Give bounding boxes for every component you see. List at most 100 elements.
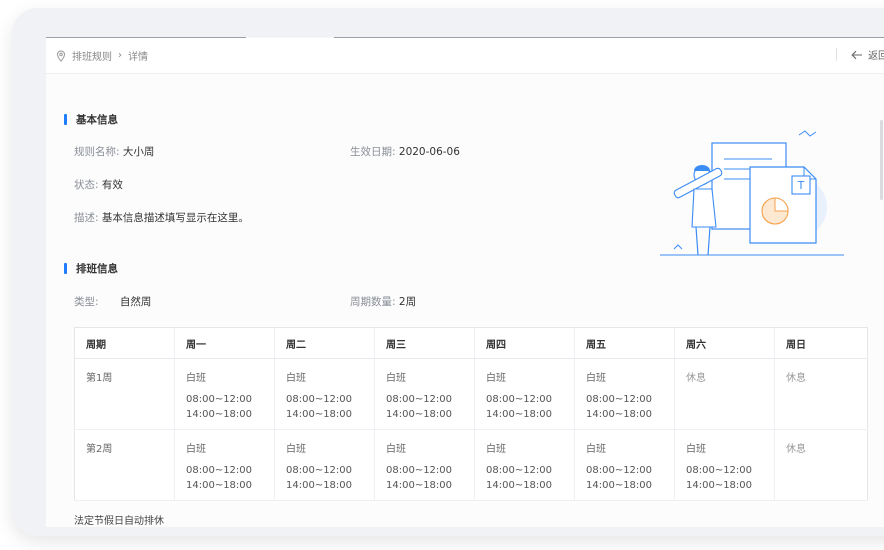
shift-name: 白班: [186, 444, 206, 455]
shift-time: 14:00~18:00: [486, 409, 553, 420]
type-field: 类型: 自然周: [74, 294, 151, 309]
cycle-count-value: 2周: [398, 296, 417, 308]
shift-name: 白班: [686, 444, 706, 455]
week-label: 第1周: [86, 373, 113, 384]
header-fri: 周五: [574, 327, 675, 359]
arrow-left-icon: [851, 50, 862, 59]
shift-name: 白班: [486, 373, 506, 384]
effective-date-label: 生效日期:: [350, 146, 396, 158]
scrollbar[interactable]: [880, 120, 883, 200]
shift-time: 08:00~12:00: [586, 465, 653, 476]
effective-date-field: 生效日期: 2020-06-06: [350, 144, 460, 159]
rule-name-value: 大小周: [122, 146, 155, 158]
cycle-count-field: 周期数量: 2周: [350, 294, 416, 309]
header-cycle: 周期: [74, 327, 175, 359]
description-value: 基本信息描述填写显示在这里。: [101, 212, 249, 224]
back-label: 返回: [868, 51, 884, 62]
shift-time: 08:00~12:00: [586, 394, 653, 405]
day-cell: 白班 08:00~12:00 14:00~18:00: [274, 358, 375, 430]
day-cell: 白班 08:00~12:00 14:00~18:00: [374, 358, 475, 430]
type-label: 类型:: [74, 296, 99, 308]
location-pin-icon: [56, 49, 66, 62]
table-header-row: 周期 周一 周二 周三 周四 周五 周六 周日: [74, 327, 868, 359]
header-sun: 周日: [774, 327, 868, 359]
shift-time: 08:00~12:00: [486, 394, 553, 405]
section-accent-bar: [64, 263, 67, 274]
shift-name: 白班: [386, 444, 406, 455]
day-cell: 白班 08:00~12:00 14:00~18:00: [574, 429, 675, 501]
header-wed: 周三: [374, 327, 475, 359]
rest-label: 休息: [786, 373, 806, 384]
status-field: 状态: 有效: [74, 177, 123, 192]
header-thu: 周四: [474, 327, 575, 359]
header-tue: 周二: [274, 327, 375, 359]
day-cell: 休息: [674, 358, 775, 430]
table-row: 第2周 白班 08:00~12:00 14:00~18:00 白班 08:00~12:…: [74, 429, 868, 501]
shift-name: 白班: [186, 373, 206, 384]
table-row: 第1周 白班 08:00~12:00 14:00~18:00 白班 08:00~12:…: [74, 358, 868, 430]
shift-name: 白班: [486, 444, 506, 455]
day-cell: 白班 08:00~12:00 14:00~18:00: [174, 429, 275, 501]
shift-time: 08:00~12:00: [386, 465, 453, 476]
sign-letter: T: [797, 179, 805, 192]
shift-time: 14:00~18:00: [286, 480, 353, 491]
day-cell: 白班 08:00~12:00 14:00~18:00: [674, 429, 775, 501]
holiday-note: 法定节假日自动排休: [74, 516, 164, 527]
schedule-table: 周期 周一 周二 周三 周四 周五 周六 周日 第1周 白班 08:00~12:0…: [74, 327, 868, 501]
day-cell: 白班 08:00~12:00 14:00~18:00: [374, 429, 475, 501]
shift-time: 08:00~12:00: [686, 465, 753, 476]
page-header: 排班规则 › 详情 返回: [46, 38, 884, 74]
shift-time: 08:00~12:00: [486, 465, 553, 476]
shift-time: 08:00~12:00: [186, 394, 253, 405]
header-mon: 周一: [174, 327, 275, 359]
schedule-info-title-text: 排班信息: [76, 263, 118, 275]
status-value: 有效: [101, 179, 123, 191]
shift-time: 08:00~12:00: [286, 394, 353, 405]
day-cell: 休息: [774, 429, 868, 501]
shift-time: 08:00~12:00: [186, 465, 253, 476]
status-label: 状态:: [74, 179, 99, 191]
breadcrumb-item-detail: 详情: [128, 52, 148, 63]
shift-name: 白班: [386, 373, 406, 384]
device-frame: 排班规则 › 详情 返回 基本信息 规则名称: 大小周 生效日期: 2020-0…: [12, 8, 884, 536]
breadcrumb: 排班规则 › 详情: [56, 48, 148, 63]
basic-info-title-text: 基本信息: [76, 114, 118, 126]
shift-time: 14:00~18:00: [486, 480, 553, 491]
shift-time: 14:00~18:00: [286, 409, 353, 420]
description-field: 描述: 基本信息描述填写显示在这里。: [74, 210, 249, 225]
shift-time: 08:00~12:00: [386, 394, 453, 405]
type-value: 自然周: [119, 296, 152, 308]
shift-time: 14:00~18:00: [586, 409, 653, 420]
header-sat: 周六: [674, 327, 775, 359]
shift-time: 14:00~18:00: [386, 409, 453, 420]
shift-time: 14:00~18:00: [186, 409, 253, 420]
basic-info-title: 基本信息: [64, 112, 118, 127]
chevron-right-icon: ›: [118, 50, 122, 61]
back-button[interactable]: 返回: [836, 47, 884, 62]
shift-time: 14:00~18:00: [386, 480, 453, 491]
day-cell: 休息: [774, 358, 868, 430]
day-cell: 白班 08:00~12:00 14:00~18:00: [174, 358, 275, 430]
documents-illustration: T: [660, 130, 844, 256]
week-label: 第2周: [86, 444, 113, 455]
day-cell: 白班 08:00~12:00 14:00~18:00: [474, 358, 575, 430]
section-accent-bar: [64, 114, 67, 125]
app-screen: 排班规则 › 详情 返回 基本信息 规则名称: 大小周 生效日期: 2020-0…: [46, 37, 884, 527]
shift-time: 08:00~12:00: [286, 465, 353, 476]
rule-name-label: 规则名称:: [74, 146, 120, 158]
rest-label: 休息: [786, 444, 806, 455]
rule-name-field: 规则名称: 大小周: [74, 144, 154, 159]
shift-name: 白班: [286, 373, 306, 384]
breadcrumb-item-rules[interactable]: 排班规则: [72, 48, 112, 63]
week-cell: 第1周: [74, 358, 175, 430]
day-cell: 白班 08:00~12:00 14:00~18:00: [574, 358, 675, 430]
header-divider: [836, 48, 837, 61]
description-label: 描述:: [74, 212, 99, 224]
day-cell: 白班 08:00~12:00 14:00~18:00: [274, 429, 375, 501]
shift-time: 14:00~18:00: [686, 480, 753, 491]
cycle-count-label: 周期数量:: [350, 296, 396, 308]
rest-label: 休息: [686, 373, 706, 384]
shift-time: 14:00~18:00: [186, 480, 253, 491]
day-cell: 白班 08:00~12:00 14:00~18:00: [474, 429, 575, 501]
shift-name: 白班: [586, 373, 606, 384]
